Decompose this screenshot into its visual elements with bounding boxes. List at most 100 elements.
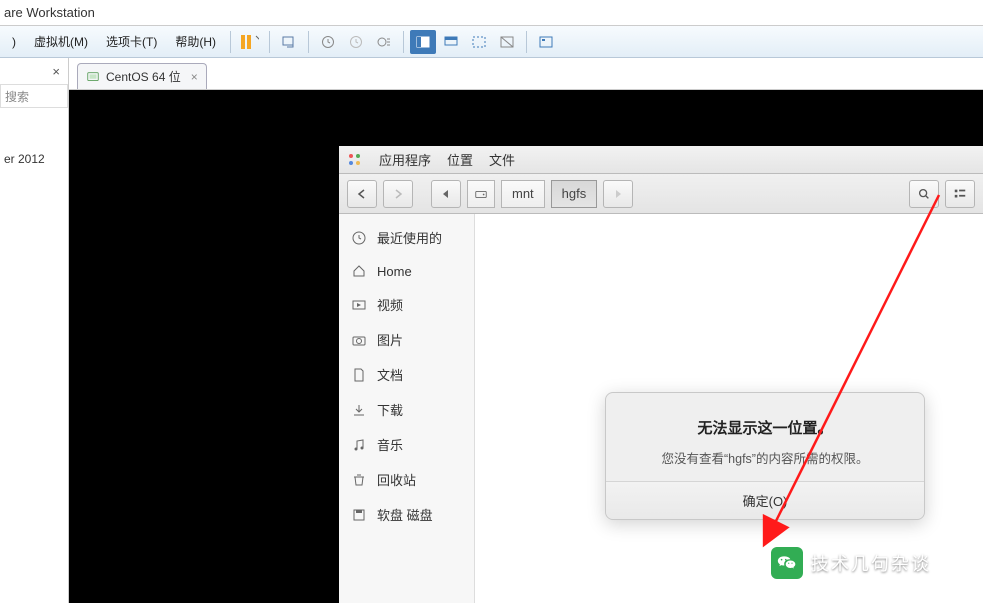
download-icon [351,402,367,418]
separator [308,31,309,53]
places-sidebar: 最近使用的 Home 视频 图片 文档 下载 音乐 回收站 软盘 磁盘 [339,214,475,603]
dialog-message: 您没有查看“hgfs”的内容所需的权限。 [626,448,904,467]
triangle-left-icon [441,189,451,199]
send-icon [281,34,297,50]
screen-icon [443,34,459,50]
sidebar-item-downloads[interactable]: 下载 [339,392,474,427]
separator [403,31,404,53]
triangle-right-icon [613,189,623,199]
menu-tabs[interactable]: 选项卡(T) [98,29,165,54]
snapshot-manager-button[interactable] [371,30,397,54]
file-content-area: 无法显示这一位置。 您没有查看“hgfs”的内容所需的权限。 确定(O) [475,214,983,603]
sidebar-item-home[interactable]: Home [339,255,474,287]
send-button[interactable] [276,30,302,54]
window-title-bar: are Workstation [0,0,983,26]
sidebar-label: 软盘 磁盘 [377,505,433,524]
separator [526,31,527,53]
sidebar-label: 最近使用的 [377,228,442,247]
pause-icon [241,35,251,49]
music-icon [351,437,367,453]
vm-screen[interactable]: 应用程序 位置 文件 mnt hgfs [69,90,983,603]
library-search-input[interactable]: 搜索 [0,84,68,108]
panel-left-icon [415,34,431,50]
home-icon [351,263,367,279]
menu-vm[interactable]: 虚拟机(M) [26,29,96,54]
search-icon [917,187,931,201]
snapshot-button[interactable] [315,30,341,54]
view-console-button[interactable] [438,30,464,54]
sidebar-label: 视频 [377,295,403,314]
sidebar-item-music[interactable]: 音乐 [339,427,474,462]
menu-files[interactable]: 文件 [489,150,515,169]
vm-tab[interactable]: CentOS 64 位 × [77,63,207,89]
sidebar-item-documents[interactable]: 文档 [339,357,474,392]
sidebar-item-videos[interactable]: 视频 [339,287,474,322]
sidebar-label: Home [377,264,412,279]
view-thumbnail-button[interactable] [533,30,559,54]
menu-applications[interactable]: 应用程序 [379,150,431,169]
sidebar-label: 回收站 [377,470,416,489]
sidebar-item-trash[interactable]: 回收站 [339,462,474,497]
clock-icon [320,34,336,50]
guest-desktop: 应用程序 位置 文件 mnt hgfs [339,146,983,603]
sidebar-label: 下载 [377,400,403,419]
error-dialog: 无法显示这一位置。 您没有查看“hgfs”的内容所需的权限。 确定(O) [605,392,925,520]
sidebar-item-pictures[interactable]: 图片 [339,322,474,357]
vm-icon [86,70,100,84]
search-button[interactable] [909,180,939,208]
separator [269,31,270,53]
dropdown-icon [255,34,259,50]
activities-icon [347,152,363,168]
view-fullscreen-button[interactable] [410,30,436,54]
sidebar-item-recent[interactable]: 最近使用的 [339,220,474,255]
search-placeholder: 搜索 [5,88,29,105]
clock-icon [351,230,367,246]
ok-label: 确定(O) [743,494,788,509]
video-icon [351,297,367,313]
watermark-text: 技术几句杂谈 [811,550,931,576]
pause-button[interactable] [237,30,263,54]
watermark: 技术几句杂谈 [771,547,931,579]
tab-close-button[interactable]: × [191,70,198,84]
menu-view[interactable]: ) [4,31,24,53]
separator [230,31,231,53]
document-icon [351,367,367,383]
unity-icon [499,34,515,50]
stretch-icon [471,34,487,50]
view-options-button[interactable] [945,180,975,208]
chevron-left-icon [356,188,368,200]
file-manager-window: mnt hgfs 最近使用的 Home 视频 图片 文档 [339,174,983,603]
drive-icon [474,187,488,201]
list-icon [953,187,967,201]
chevron-right-icon [392,188,404,200]
sidebar-label: 音乐 [377,435,403,454]
view-unity-button[interactable] [494,30,520,54]
sidebar-label: 文档 [377,365,403,384]
panel-close-button[interactable]: × [52,64,60,79]
view-stretch-button[interactable] [466,30,492,54]
library-item[interactable]: er 2012 [0,150,49,168]
thumbnail-icon [538,34,554,50]
clock-back-icon [348,34,364,50]
floppy-icon [351,507,367,523]
path-forward-button[interactable] [603,180,633,208]
menu-places[interactable]: 位置 [447,150,473,169]
nav-forward-button[interactable] [383,180,413,208]
file-toolbar: mnt hgfs [339,174,983,214]
snapshot-revert-button[interactable] [343,30,369,54]
library-panel: × 搜索 er 2012 [0,58,69,603]
sidebar-label: 图片 [377,330,403,349]
path-segment-mnt[interactable]: mnt [501,180,545,208]
dialog-ok-button[interactable]: 确定(O) [727,487,804,514]
menu-help[interactable]: 帮助(H) [167,29,224,54]
path-root-button[interactable] [467,180,495,208]
dialog-title: 无法显示这一位置。 [626,417,904,438]
path-segment-hgfs[interactable]: hgfs [551,180,598,208]
path-back-button[interactable] [431,180,461,208]
sidebar-item-floppy[interactable]: 软盘 磁盘 [339,497,474,532]
window-title: are Workstation [4,5,95,20]
main-area: CentOS 64 位 × 应用程序 位置 文件 [69,58,983,603]
clock-list-icon [376,34,392,50]
nav-back-button[interactable] [347,180,377,208]
camera-icon [351,332,367,348]
